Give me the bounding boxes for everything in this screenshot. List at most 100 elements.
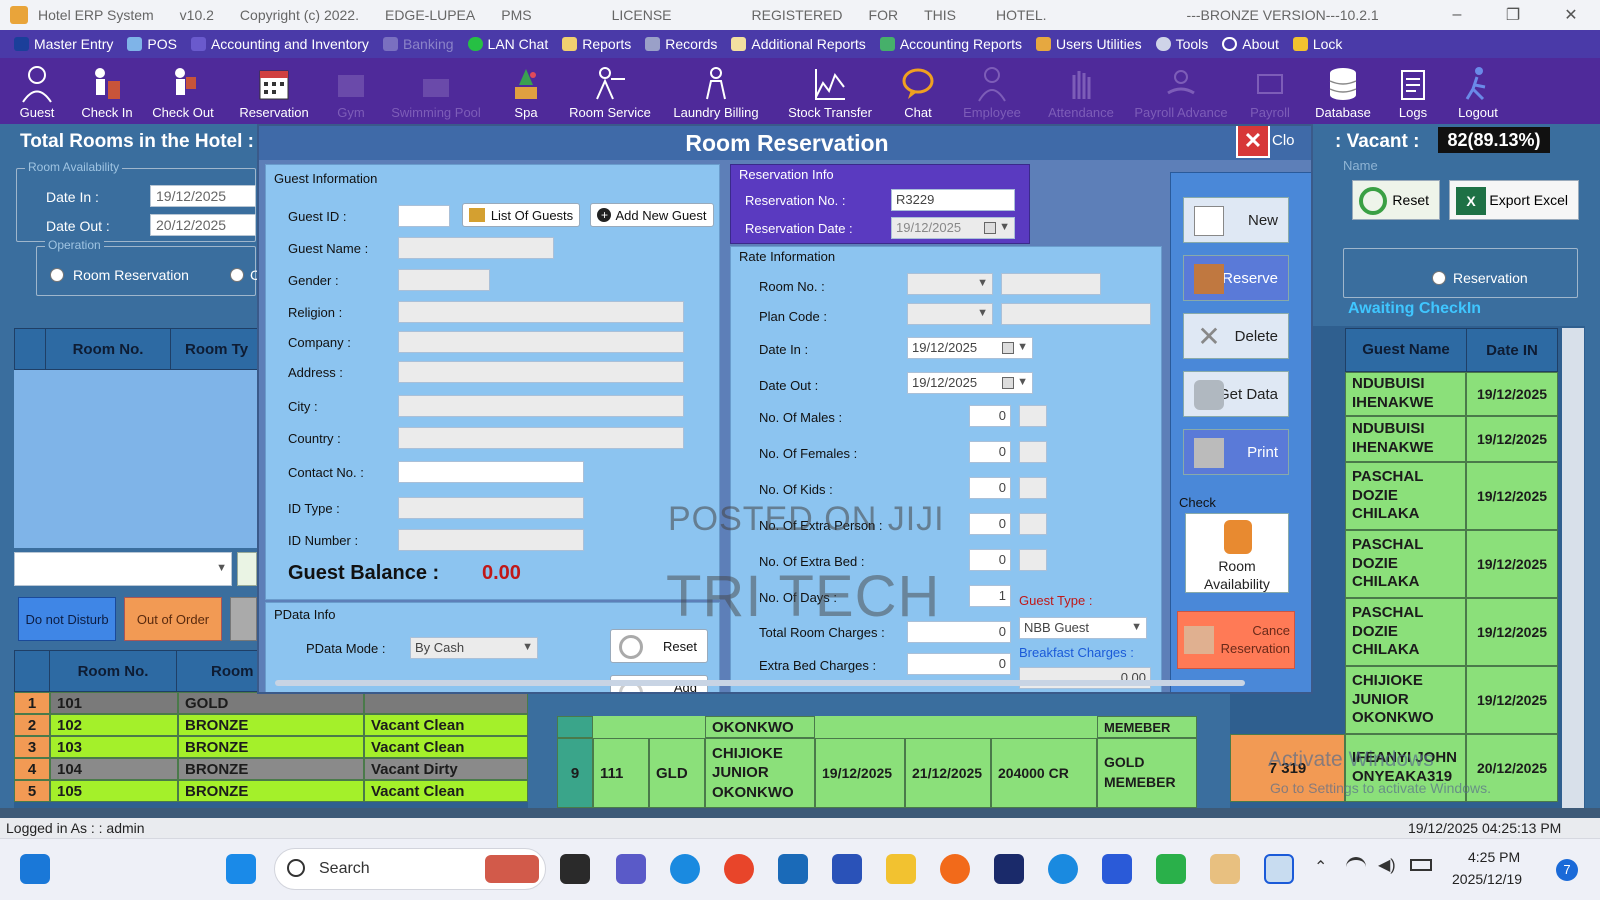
toolbar-check-out[interactable]: Check Out: [140, 65, 226, 124]
erp-active-icon[interactable]: [1264, 854, 1294, 884]
plan-code-select[interactable]: ▼: [907, 303, 993, 325]
close-icon[interactable]: ✕: [1236, 126, 1270, 158]
chrome-icon[interactable]: [724, 854, 754, 884]
cancel-reservation-button[interactable]: Cance Reservation: [1177, 611, 1295, 669]
table-row[interactable]: 9 111 GLD CHIJIOKE JUNIOR OKONKWO 19/12/…: [557, 738, 1197, 808]
menu-tools[interactable]: Tools: [1155, 36, 1208, 52]
menu-master-entry[interactable]: Master Entry: [14, 36, 113, 52]
table-row[interactable]: PASCHAL DOZIE CHILAKA 19/12/2025: [1345, 530, 1558, 598]
table-row[interactable]: CHIJIOKE JUNIOR OKONKWO 19/12/2025: [1345, 666, 1558, 734]
scrollbar[interactable]: [1562, 328, 1584, 808]
restore-button[interactable]: ❐: [1484, 0, 1542, 30]
menu-lan-chat[interactable]: LAN Chat: [467, 36, 548, 52]
toolbar-employee[interactable]: Employee: [948, 65, 1036, 124]
menu-reports[interactable]: Reports: [562, 36, 631, 52]
taskbar-time[interactable]: 4:25 PM: [1468, 849, 1520, 865]
table-row[interactable]: NDUBUISI IHENAKWE 19/12/2025: [1345, 416, 1558, 462]
toolbar-laundry-billing[interactable]: Laundry Billing: [660, 65, 772, 124]
do-not-disturb-button[interactable]: Do not Disturb: [18, 597, 116, 641]
edge-icon[interactable]: [670, 854, 700, 884]
battery-icon[interactable]: [1410, 859, 1432, 871]
pdata-mode-select[interactable]: By Cash ▼: [410, 637, 538, 659]
column-header-room-no[interactable]: Room No.: [45, 328, 171, 370]
menu-records[interactable]: Records: [645, 36, 717, 52]
table-row[interactable]: PASCHAL DOZIE CHILAKA 19/12/2025: [1345, 462, 1558, 530]
toolbar-reservation[interactable]: Reservation: [226, 65, 322, 124]
windows-start-icon[interactable]: [226, 854, 256, 884]
reservation-date-picker[interactable]: 19/12/2025 ▼: [891, 217, 1015, 239]
room-reservation-radio[interactable]: [50, 268, 64, 282]
column-header-room-no[interactable]: Room No.: [49, 650, 177, 692]
toolbar-room-service[interactable]: Room Service: [560, 65, 660, 124]
toolbar-guest[interactable]: Guest: [0, 65, 74, 124]
toolbar-attendance[interactable]: Attendance: [1036, 65, 1126, 124]
toolbar-check-in[interactable]: Check In: [74, 65, 140, 124]
id-number-input[interactable]: [398, 529, 584, 551]
store-icon[interactable]: [832, 854, 862, 884]
extra-bed-input[interactable]: 0: [969, 549, 1011, 571]
table-row[interactable]: 5 105 BRONZE Vacant Clean: [14, 780, 528, 802]
teams-icon[interactable]: [616, 854, 646, 884]
guest-type-select[interactable]: NBB Guest ▼: [1019, 617, 1147, 639]
refresh-icon[interactable]: [237, 552, 257, 586]
menu-users-utilities[interactable]: Users Utilities: [1036, 36, 1142, 52]
remote-desktop-icon[interactable]: [778, 854, 808, 884]
new-button[interactable]: New: [1183, 197, 1289, 243]
menu-additional-reports[interactable]: Additional Reports: [731, 36, 866, 52]
minimize-button[interactable]: –: [1428, 0, 1486, 30]
toolbar-payroll[interactable]: Payroll: [1236, 65, 1304, 124]
list-of-guests-button[interactable]: List Of Guests: [462, 203, 580, 227]
toolbar-spa[interactable]: Spa: [492, 65, 560, 124]
chevron-up-icon[interactable]: ⌃: [1314, 857, 1327, 877]
males-input[interactable]: 0: [969, 405, 1011, 427]
table-row[interactable]: 1 101 GOLD: [14, 692, 528, 714]
out-of-order-button[interactable]: Out of Order: [124, 597, 222, 641]
days-input[interactable]: 1: [969, 585, 1011, 607]
toolbar-swimming-pool[interactable]: Swimming Pool: [380, 65, 492, 124]
task-view-icon[interactable]: [560, 854, 590, 884]
guest-id-input[interactable]: [398, 205, 450, 227]
religion-input[interactable]: [398, 301, 684, 323]
city-input[interactable]: [398, 395, 684, 417]
notification-badge[interactable]: 7: [1556, 859, 1578, 881]
menu-about[interactable]: About: [1222, 36, 1279, 52]
other-radio[interactable]: [230, 268, 244, 282]
reservation-radio[interactable]: [1432, 271, 1446, 285]
horizontal-scrollbar[interactable]: [275, 680, 1245, 686]
menu-pos[interactable]: POS: [127, 36, 177, 52]
toolbar-logout[interactable]: Logout: [1444, 65, 1512, 124]
close-window-button[interactable]: ✕: [1542, 0, 1600, 30]
reset-button[interactable]: Reset: [1352, 180, 1440, 220]
close-button-label[interactable]: Clo: [1272, 132, 1295, 149]
id-type-input[interactable]: [398, 497, 584, 519]
toolbar-gym[interactable]: Gym: [322, 65, 380, 124]
kids-input[interactable]: 0: [969, 477, 1011, 499]
date-in-picker[interactable]: 19/12/2025 ▼: [907, 337, 1033, 359]
status-button[interactable]: [230, 597, 257, 641]
country-input[interactable]: [398, 427, 684, 449]
toolbar-payroll-advance[interactable]: Payroll Advance: [1126, 65, 1236, 124]
reservation-no-input[interactable]: R3229: [891, 189, 1015, 211]
reserve-button[interactable]: Reserve: [1183, 255, 1289, 301]
extra-person-input[interactable]: 0: [969, 513, 1011, 535]
sync-icon[interactable]: [1048, 854, 1078, 884]
extra-bed-charges-input[interactable]: 0: [907, 653, 1011, 675]
gender-input[interactable]: [398, 269, 490, 291]
menu-accounting-reports[interactable]: Accounting Reports: [879, 36, 1022, 52]
firefox-icon[interactable]: [940, 854, 970, 884]
menu-accounting-inventory[interactable]: Accounting and Inventory: [190, 36, 369, 52]
left-dropdown[interactable]: ▼: [14, 552, 232, 586]
file-explorer-icon[interactable]: [886, 854, 916, 884]
wifi-icon[interactable]: [1346, 857, 1366, 873]
date-out-field[interactable]: 20/12/2025: [150, 214, 256, 236]
room-availability-button[interactable]: Room Availability: [1185, 513, 1289, 593]
date-out-picker[interactable]: 19/12/2025 ▼: [907, 372, 1033, 394]
delete-button[interactable]: ✕ Delete: [1183, 313, 1289, 359]
export-excel-button[interactable]: X Export Excel: [1449, 180, 1579, 220]
hotel-app-icon[interactable]: [1210, 854, 1240, 884]
print-button[interactable]: Print: [1183, 429, 1289, 475]
column-header-guest-name[interactable]: Guest Name: [1345, 328, 1467, 372]
eclipse-icon[interactable]: [994, 854, 1024, 884]
contact-input[interactable]: [398, 461, 584, 483]
table-row[interactable]: PASCHAL DOZIE CHILAKA 19/12/2025: [1345, 598, 1558, 666]
